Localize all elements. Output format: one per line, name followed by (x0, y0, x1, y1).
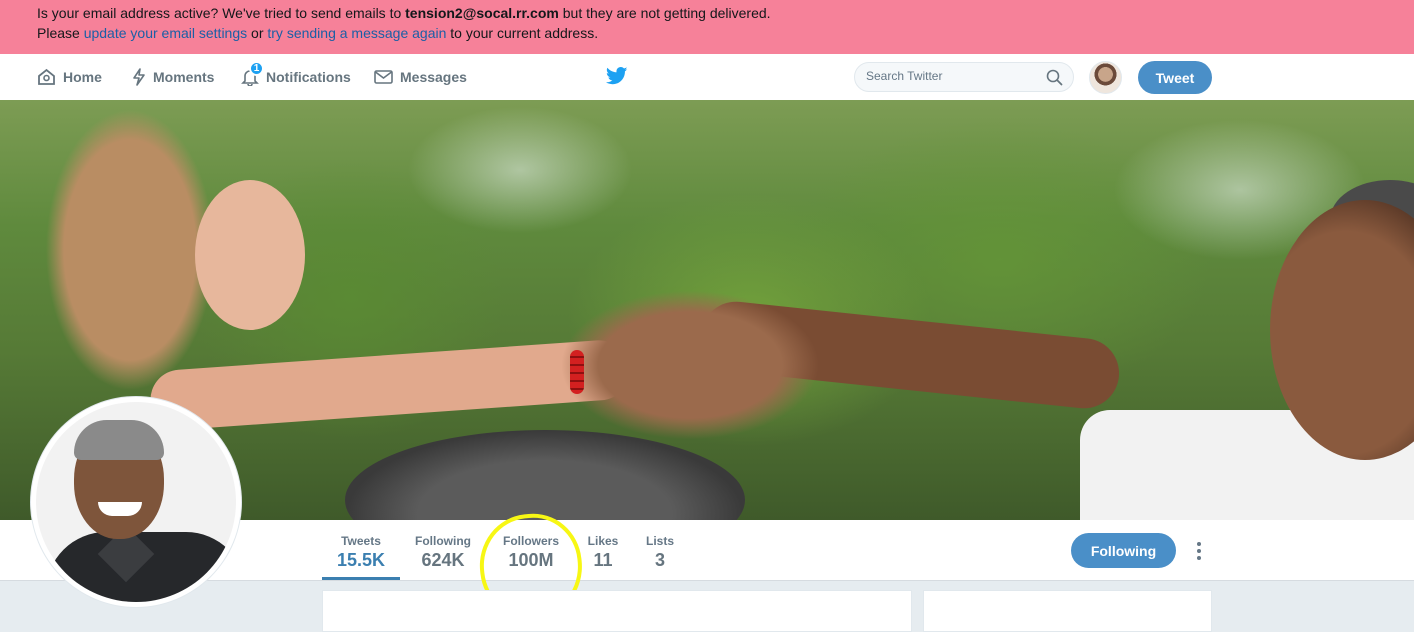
more-icon[interactable] (1190, 540, 1208, 562)
nav-notifications[interactable]: 1 Notifications (241, 54, 351, 100)
photo-girl-face (195, 180, 305, 330)
alert-email: tension2@socal.rr.com (405, 5, 559, 21)
nav-home-label: Home (63, 69, 102, 85)
nav-moments-label: Moments (153, 69, 215, 85)
nav-notifications-label: Notifications (266, 69, 351, 85)
resend-message-link[interactable]: try sending a message again (267, 25, 446, 41)
alert-text: to your current address. (446, 25, 599, 41)
stat-label: Following (415, 534, 471, 548)
nav-home[interactable]: Home (37, 54, 102, 100)
profile-avatar-photo (36, 402, 236, 602)
notifications-badge: 1 (249, 61, 264, 76)
stat-value: 3 (654, 550, 665, 570)
profile-avatar[interactable] (31, 397, 241, 607)
moments-icon (133, 68, 145, 86)
search-input[interactable] (866, 69, 1036, 83)
stat-label: Likes (587, 534, 619, 548)
avatar-hair (74, 420, 164, 460)
messages-icon (374, 70, 393, 84)
twitter-bird-icon[interactable] (606, 67, 628, 85)
nav-messages-label: Messages (400, 69, 467, 85)
stat-tweets[interactable]: Tweets 15.5K (322, 520, 400, 580)
top-nav: Home Moments 1 Notifications Messages Tw… (0, 54, 1414, 101)
alert-line-2: Please update your email settings or try… (37, 23, 1414, 43)
search-box[interactable] (854, 62, 1074, 92)
nav-messages[interactable]: Messages (374, 54, 467, 100)
stat-value: 624K (421, 550, 465, 570)
stat-following[interactable]: Following 624K (410, 520, 476, 580)
email-alert-banner: Is your email address active? We've trie… (0, 0, 1414, 54)
alert-text: Please (37, 25, 84, 41)
nav-moments[interactable]: Moments (132, 54, 214, 100)
stat-likes[interactable]: Likes 11 (585, 520, 621, 580)
tweet-button[interactable]: Tweet (1138, 61, 1212, 94)
alert-line-1: Is your email address active? We've trie… (37, 3, 1414, 23)
home-icon (38, 68, 55, 85)
timeline-card (322, 590, 912, 632)
alert-text: Is your email address active? We've trie… (37, 5, 406, 21)
stat-label: Tweets (341, 534, 381, 548)
stat-label: Lists (645, 534, 674, 548)
account-avatar[interactable] (1089, 61, 1122, 94)
photo-bracelet (570, 350, 584, 394)
alert-text: but they are not getting delivered. (558, 5, 771, 21)
sidebar-card (923, 590, 1212, 632)
following-button[interactable]: Following (1071, 533, 1176, 568)
stat-value: 15.5K (336, 550, 386, 570)
alert-text: or (247, 25, 268, 41)
photo-hands (560, 290, 820, 440)
update-email-settings-link[interactable]: update your email settings (84, 25, 247, 41)
search-icon[interactable] (1046, 69, 1063, 86)
stat-value: 11 (593, 550, 613, 570)
stat-lists[interactable]: Lists 3 (644, 520, 676, 580)
